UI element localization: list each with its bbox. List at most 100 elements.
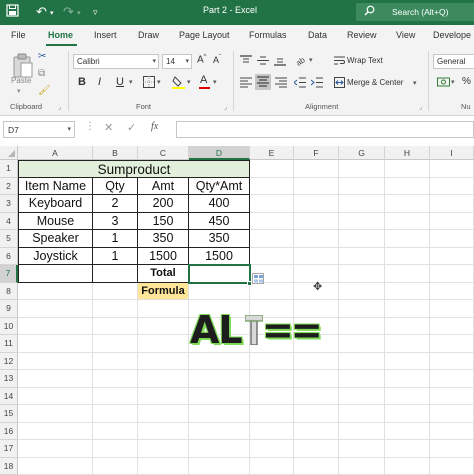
paste-dropdown-icon[interactable]: ▾: [17, 87, 21, 95]
top-align-icon[interactable]: [240, 55, 252, 70]
name-box[interactable]: D7 ▾: [3, 121, 75, 138]
total-label-cell[interactable]: Total: [138, 265, 189, 283]
row-header-3[interactable]: 3: [0, 195, 18, 213]
italic-button[interactable]: I: [98, 76, 101, 88]
bottom-align-icon[interactable]: [274, 55, 286, 70]
save-icon[interactable]: [6, 4, 19, 21]
percent-style-icon[interactable]: %: [462, 76, 471, 87]
row-header-11[interactable]: 11: [0, 335, 18, 353]
cut-icon[interactable]: ✂: [38, 51, 46, 63]
row-header-2[interactable]: 2: [0, 178, 18, 196]
column-header-b[interactable]: B: [93, 146, 138, 160]
clipboard-launcher-icon[interactable]: ⌟: [58, 102, 61, 114]
insert-function-button[interactable]: fx: [151, 121, 158, 132]
font-color-icon[interactable]: A: [200, 74, 207, 86]
formula-input[interactable]: [176, 121, 474, 138]
table-cell[interactable]: 350: [138, 230, 189, 248]
search-box[interactable]: Search (Alt+Q): [356, 3, 474, 21]
decrease-indent-icon[interactable]: [294, 77, 306, 92]
borders-icon[interactable]: [143, 76, 155, 92]
row-header-8[interactable]: 8: [0, 283, 18, 301]
merge-center-icon[interactable]: [334, 77, 345, 92]
table-cell[interactable]: 450: [189, 213, 250, 231]
table-cell[interactable]: 200: [138, 195, 189, 213]
fill-color-dropdown-icon[interactable]: ▾: [187, 78, 191, 86]
align-center-button[interactable]: [255, 74, 271, 90]
redo-dropdown-icon[interactable]: ▾: [77, 6, 81, 22]
font-size-dropdown[interactable]: 14 ▾: [162, 54, 192, 69]
font-name-dropdown[interactable]: Calibri ▾: [73, 54, 159, 69]
cancel-icon[interactable]: ✕: [104, 121, 113, 134]
table-cell[interactable]: [93, 265, 138, 283]
table-cell[interactable]: 1: [93, 248, 138, 266]
wrap-text-button[interactable]: Wrap Text: [347, 56, 383, 65]
copy-icon[interactable]: ⧉: [38, 68, 45, 80]
row-header-17[interactable]: 17: [0, 440, 18, 458]
accounting-dropdown-icon[interactable]: ▾: [451, 78, 455, 86]
row-header-16[interactable]: 16: [0, 423, 18, 441]
row-header-14[interactable]: 14: [0, 388, 18, 406]
row-header-10[interactable]: 10: [0, 318, 18, 336]
row-header-13[interactable]: 13: [0, 370, 18, 388]
tab-data[interactable]: Data: [308, 30, 327, 40]
align-right-icon[interactable]: [275, 77, 287, 92]
table-cell[interactable]: 1: [93, 230, 138, 248]
increase-indent-icon[interactable]: [311, 77, 323, 92]
column-header-d[interactable]: D: [189, 146, 250, 160]
table-cell[interactable]: 350: [189, 230, 250, 248]
tab-home[interactable]: Home: [48, 30, 73, 40]
row-header-9[interactable]: 9: [0, 300, 18, 318]
formula-label-cell[interactable]: Formula: [138, 283, 189, 301]
increase-font-icon[interactable]: A^: [197, 54, 207, 65]
column-header-h[interactable]: H: [385, 146, 430, 160]
align-left-icon[interactable]: [240, 77, 252, 92]
row-header-15[interactable]: 15: [0, 405, 18, 423]
tab-insert[interactable]: Insert: [94, 30, 117, 40]
table-cell[interactable]: 400: [189, 195, 250, 213]
tab-formulas[interactable]: Formulas: [249, 30, 287, 40]
column-header-i[interactable]: I: [430, 146, 474, 160]
tab-developer[interactable]: Develope: [433, 30, 471, 40]
orientation-dropdown-icon[interactable]: ▾: [309, 56, 313, 64]
table-cell[interactable]: [18, 265, 93, 283]
quick-analysis-button[interactable]: [252, 273, 264, 284]
select-all-corner[interactable]: [0, 146, 18, 160]
header-item-name[interactable]: Item Name: [18, 178, 93, 196]
header-qty[interactable]: Qty: [93, 178, 138, 196]
merge-center-button[interactable]: Merge & Center: [347, 78, 403, 87]
table-cell[interactable]: Speaker: [18, 230, 93, 248]
fill-color-icon[interactable]: [172, 75, 185, 93]
wrap-text-icon[interactable]: [334, 55, 345, 70]
title-cell[interactable]: Sumproduct: [18, 160, 250, 178]
font-launcher-icon[interactable]: ⌟: [224, 102, 227, 114]
tab-draw[interactable]: Draw: [138, 30, 159, 40]
header-amt[interactable]: Amt: [138, 178, 189, 196]
table-cell[interactable]: 1500: [138, 248, 189, 266]
table-cell[interactable]: Keyboard: [18, 195, 93, 213]
orientation-icon[interactable]: ab: [294, 53, 308, 70]
column-header-a[interactable]: A: [18, 146, 93, 160]
font-color-dropdown-icon[interactable]: ▾: [213, 78, 217, 86]
tab-view[interactable]: View: [396, 30, 415, 40]
column-header-e[interactable]: E: [250, 146, 294, 160]
table-cell[interactable]: 3: [93, 213, 138, 231]
format-painter-icon[interactable]: 🖌: [38, 85, 51, 97]
header-qty-amt[interactable]: Qty*Amt: [189, 178, 250, 196]
tab-review[interactable]: Review: [347, 30, 377, 40]
customize-toolbar-icon[interactable]: ▿: [93, 4, 98, 20]
table-cell[interactable]: Joystick: [18, 248, 93, 266]
row-header-12[interactable]: 12: [0, 353, 18, 371]
spreadsheet-grid[interactable]: A B C D E F G H I 1 2 3 4 5 6 7 8 9 10 1…: [0, 146, 474, 474]
accounting-format-icon[interactable]: [437, 76, 450, 92]
table-cell[interactable]: Mouse: [18, 213, 93, 231]
enter-icon[interactable]: ✓: [127, 121, 136, 134]
alignment-launcher-icon[interactable]: ⌟: [419, 102, 422, 114]
redo-icon[interactable]: ↷: [63, 4, 74, 20]
row-header-5[interactable]: 5: [0, 230, 18, 248]
merge-dropdown-icon[interactable]: ▾: [413, 79, 417, 87]
number-format-dropdown[interactable]: General: [433, 54, 474, 69]
undo-icon[interactable]: ↶: [36, 4, 47, 20]
table-cell[interactable]: 2: [93, 195, 138, 213]
underline-button[interactable]: U: [116, 76, 124, 88]
bold-button[interactable]: B: [78, 76, 86, 88]
